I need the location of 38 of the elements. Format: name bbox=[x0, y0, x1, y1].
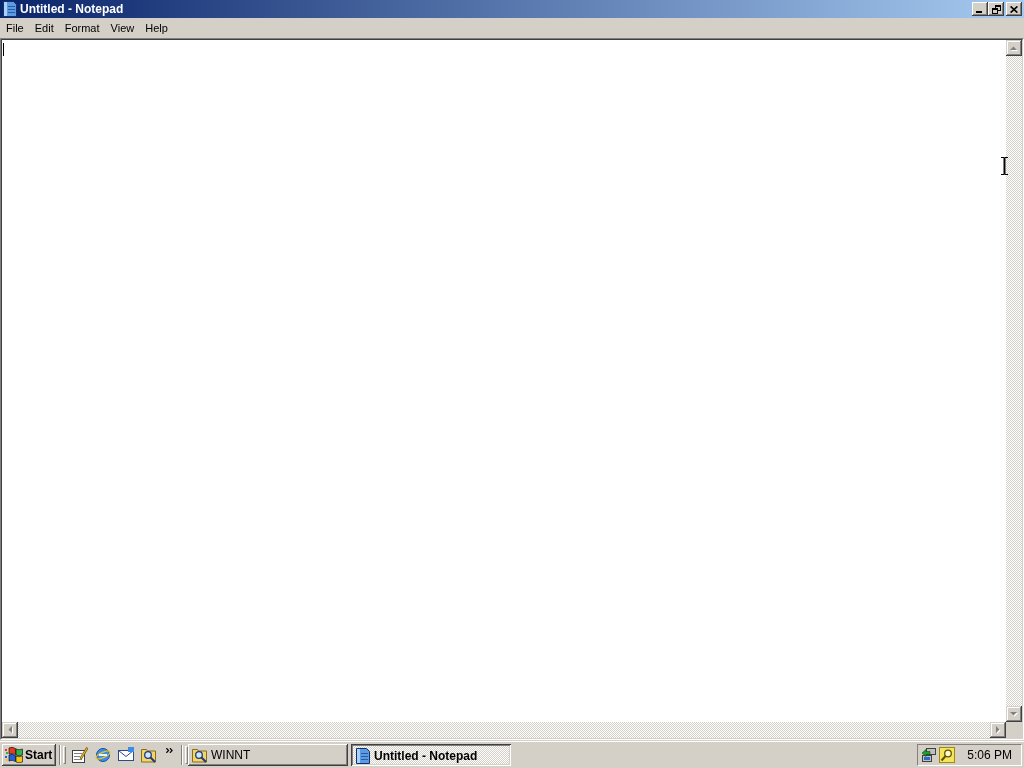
menu-item[interactable]: Format bbox=[59, 18, 106, 38]
chevron-icon[interactable] bbox=[166, 748, 173, 753]
restore-icon bbox=[991, 4, 1001, 14]
up-arrow-icon bbox=[1010, 45, 1018, 51]
folder-search-icon[interactable] bbox=[141, 747, 157, 763]
clock: 5:06 PM bbox=[967, 748, 1012, 762]
menu-item[interactable]: View bbox=[105, 18, 140, 38]
text-editor-field[interactable] bbox=[2, 40, 1006, 722]
network-icon[interactable] bbox=[921, 747, 937, 763]
notepad-icon bbox=[2, 1, 18, 17]
folder-search-icon bbox=[192, 747, 208, 763]
scroll-left-button[interactable] bbox=[2, 722, 18, 738]
menu-item[interactable]: File bbox=[0, 18, 30, 38]
envelope-icon[interactable] bbox=[118, 747, 134, 763]
taskbar-button[interactable]: WINNT bbox=[188, 744, 348, 766]
right-arrow-icon bbox=[995, 726, 1001, 734]
minimize-button[interactable] bbox=[972, 2, 988, 16]
left-arrow-icon bbox=[7, 726, 13, 734]
globe-icon[interactable] bbox=[95, 747, 111, 763]
scroll-up-button[interactable] bbox=[1006, 40, 1022, 56]
start-button[interactable]: Start bbox=[2, 744, 56, 766]
magnifier-icon[interactable] bbox=[939, 747, 955, 763]
close-icon bbox=[1010, 5, 1018, 13]
menu-item[interactable]: Help bbox=[139, 18, 174, 38]
notepad-icon bbox=[355, 748, 371, 764]
paper-pencil-icon[interactable] bbox=[72, 747, 88, 763]
text-caret bbox=[3, 43, 4, 56]
window-title: Untitled - Notepad bbox=[20, 2, 124, 16]
restore-button[interactable] bbox=[988, 2, 1004, 16]
menu-item[interactable]: Edit bbox=[29, 18, 60, 38]
scroll-right-button[interactable] bbox=[990, 722, 1006, 738]
down-arrow-icon bbox=[1010, 711, 1018, 717]
taskbar-button[interactable]: Untitled - Notepad bbox=[351, 744, 511, 766]
scroll-down-button[interactable] bbox=[1006, 706, 1022, 722]
minimize-icon bbox=[976, 11, 982, 13]
flag-icon bbox=[5, 747, 23, 763]
close-button[interactable] bbox=[1006, 2, 1022, 16]
i-beam-cursor-icon bbox=[1001, 157, 1008, 175]
